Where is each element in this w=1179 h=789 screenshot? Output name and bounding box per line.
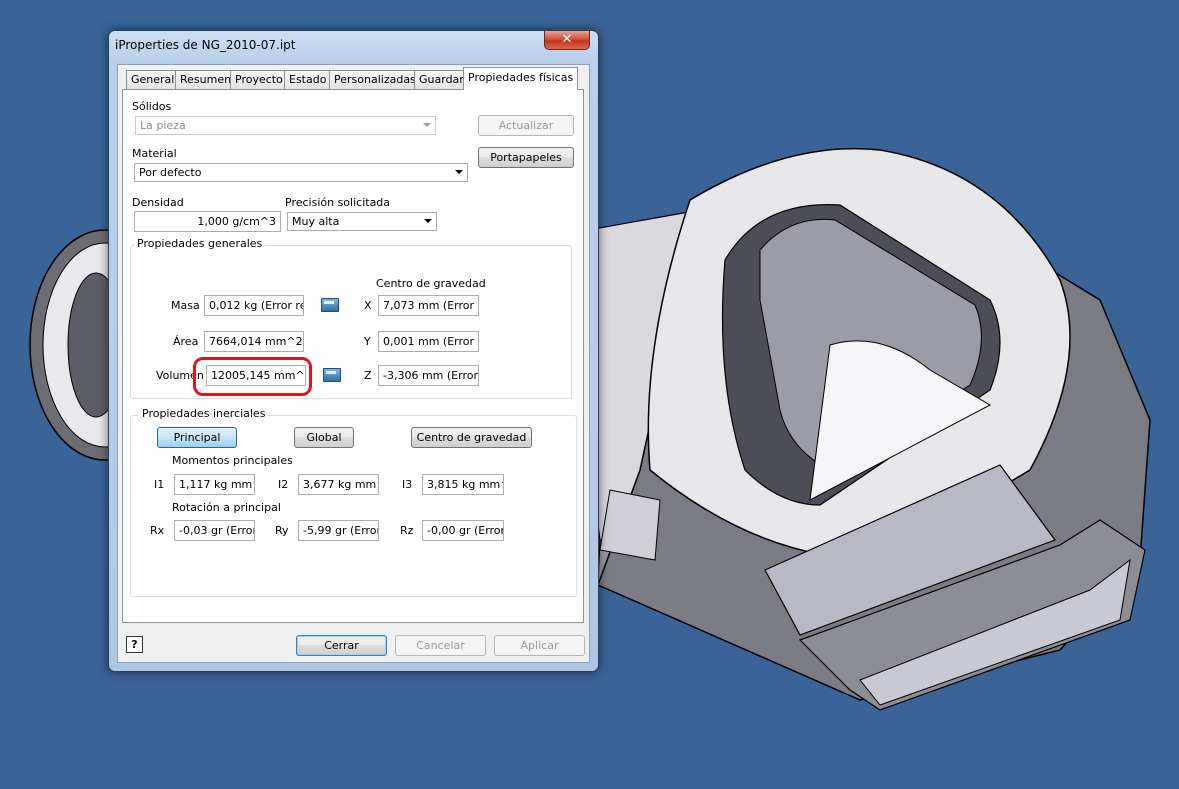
- volume-highlight-annotation: [193, 357, 312, 396]
- dialog-client-area: General Resumen Proyecto Estado Personal…: [117, 64, 590, 663]
- help-icon[interactable]: ?: [126, 636, 143, 653]
- close-button[interactable]: Cerrar: [296, 635, 387, 656]
- solids-label: Sólidos: [132, 100, 172, 113]
- tab-guardar[interactable]: Guardar: [414, 70, 469, 89]
- close-window-button[interactable]: ✕: [544, 31, 590, 50]
- i2-field[interactable]: 3,677 kg mm^2: [298, 474, 379, 495]
- cog-y-field[interactable]: 0,001 mm (Error rel: [378, 331, 479, 352]
- i3-field[interactable]: 3,815 kg mm^2: [422, 474, 504, 495]
- density-field[interactable]: 1,000 g/cm^3: [134, 211, 281, 232]
- mass-field[interactable]: 0,012 kg (Error rela: [204, 295, 304, 316]
- cancel-button[interactable]: Cancelar: [395, 635, 486, 656]
- clipboard-button[interactable]: Portapapeles: [478, 147, 574, 168]
- apply-button[interactable]: Aplicar: [494, 635, 585, 656]
- update-button[interactable]: Actualizar: [478, 115, 574, 136]
- area-label: Área: [173, 335, 199, 348]
- center-of-gravity-button[interactable]: Centro de gravedad: [411, 427, 532, 448]
- material-select[interactable]: Por defecto: [134, 163, 468, 182]
- rx-label: Rx: [150, 524, 165, 537]
- solids-select[interactable]: La pieza: [135, 116, 436, 135]
- z-label: Z: [364, 369, 372, 382]
- tab-personalizadas[interactable]: Personalizadas: [329, 70, 421, 89]
- calculator-icon[interactable]: [323, 368, 341, 382]
- window-title: iProperties de NG_2010-07.ipt: [115, 38, 296, 52]
- tab-general[interactable]: General: [126, 70, 180, 89]
- precision-label: Precisión solicitada: [285, 196, 391, 209]
- y-label: Y: [364, 335, 371, 348]
- ry-field[interactable]: -5,99 gr (Error r: [298, 520, 379, 541]
- x-label: X: [364, 299, 372, 312]
- cog-x-field[interactable]: 7,073 mm (Error rel: [378, 295, 479, 316]
- principal-button[interactable]: Principal: [157, 427, 237, 448]
- calculator-icon[interactable]: [321, 298, 339, 312]
- precision-select[interactable]: Muy alta: [287, 212, 437, 231]
- chevron-down-icon: [455, 170, 463, 174]
- material-label: Material: [132, 147, 177, 160]
- close-icon: ✕: [561, 32, 573, 47]
- iproperties-dialog: iProperties de NG_2010-07.ipt ✕ General …: [108, 30, 599, 672]
- principal-moments-title: Momentos principales: [172, 454, 293, 467]
- rz-label: Rz: [400, 524, 414, 537]
- chevron-down-icon: [424, 219, 432, 223]
- rx-field[interactable]: -0,03 gr (Error r: [174, 520, 255, 541]
- inertial-properties-title: Propiedades inerciales: [139, 407, 269, 420]
- material-value: Por defecto: [139, 166, 202, 179]
- tab-estado[interactable]: Estado: [284, 70, 332, 89]
- tab-proyecto[interactable]: Proyecto: [230, 70, 288, 89]
- rotation-to-principal-title: Rotación a principal: [172, 501, 281, 514]
- rz-field[interactable]: -0,00 gr (Error r: [422, 520, 504, 541]
- mass-label: Masa: [171, 299, 200, 312]
- cog-z-field[interactable]: -3,306 mm (Error re: [378, 365, 479, 386]
- ry-label: Ry: [275, 524, 289, 537]
- solids-value: La pieza: [140, 119, 186, 132]
- center-of-gravity-title: Centro de gravedad: [376, 277, 486, 290]
- tab-resumen[interactable]: Resumen: [175, 70, 237, 89]
- i1-field[interactable]: 1,117 kg mm^2: [174, 474, 255, 495]
- tab-propiedades-fisicas[interactable]: Propiedades físicas: [463, 67, 579, 90]
- area-field[interactable]: 7664,014 mm^2 (E: [204, 331, 304, 352]
- i2-label: I2: [278, 478, 289, 491]
- density-label: Densidad: [132, 196, 184, 209]
- chevron-down-icon: [423, 123, 431, 127]
- i1-label: I1: [154, 478, 165, 491]
- precision-value: Muy alta: [292, 215, 340, 228]
- general-properties-title: Propiedades generales: [134, 237, 266, 250]
- i3-label: I3: [402, 478, 413, 491]
- global-button[interactable]: Global: [294, 427, 354, 448]
